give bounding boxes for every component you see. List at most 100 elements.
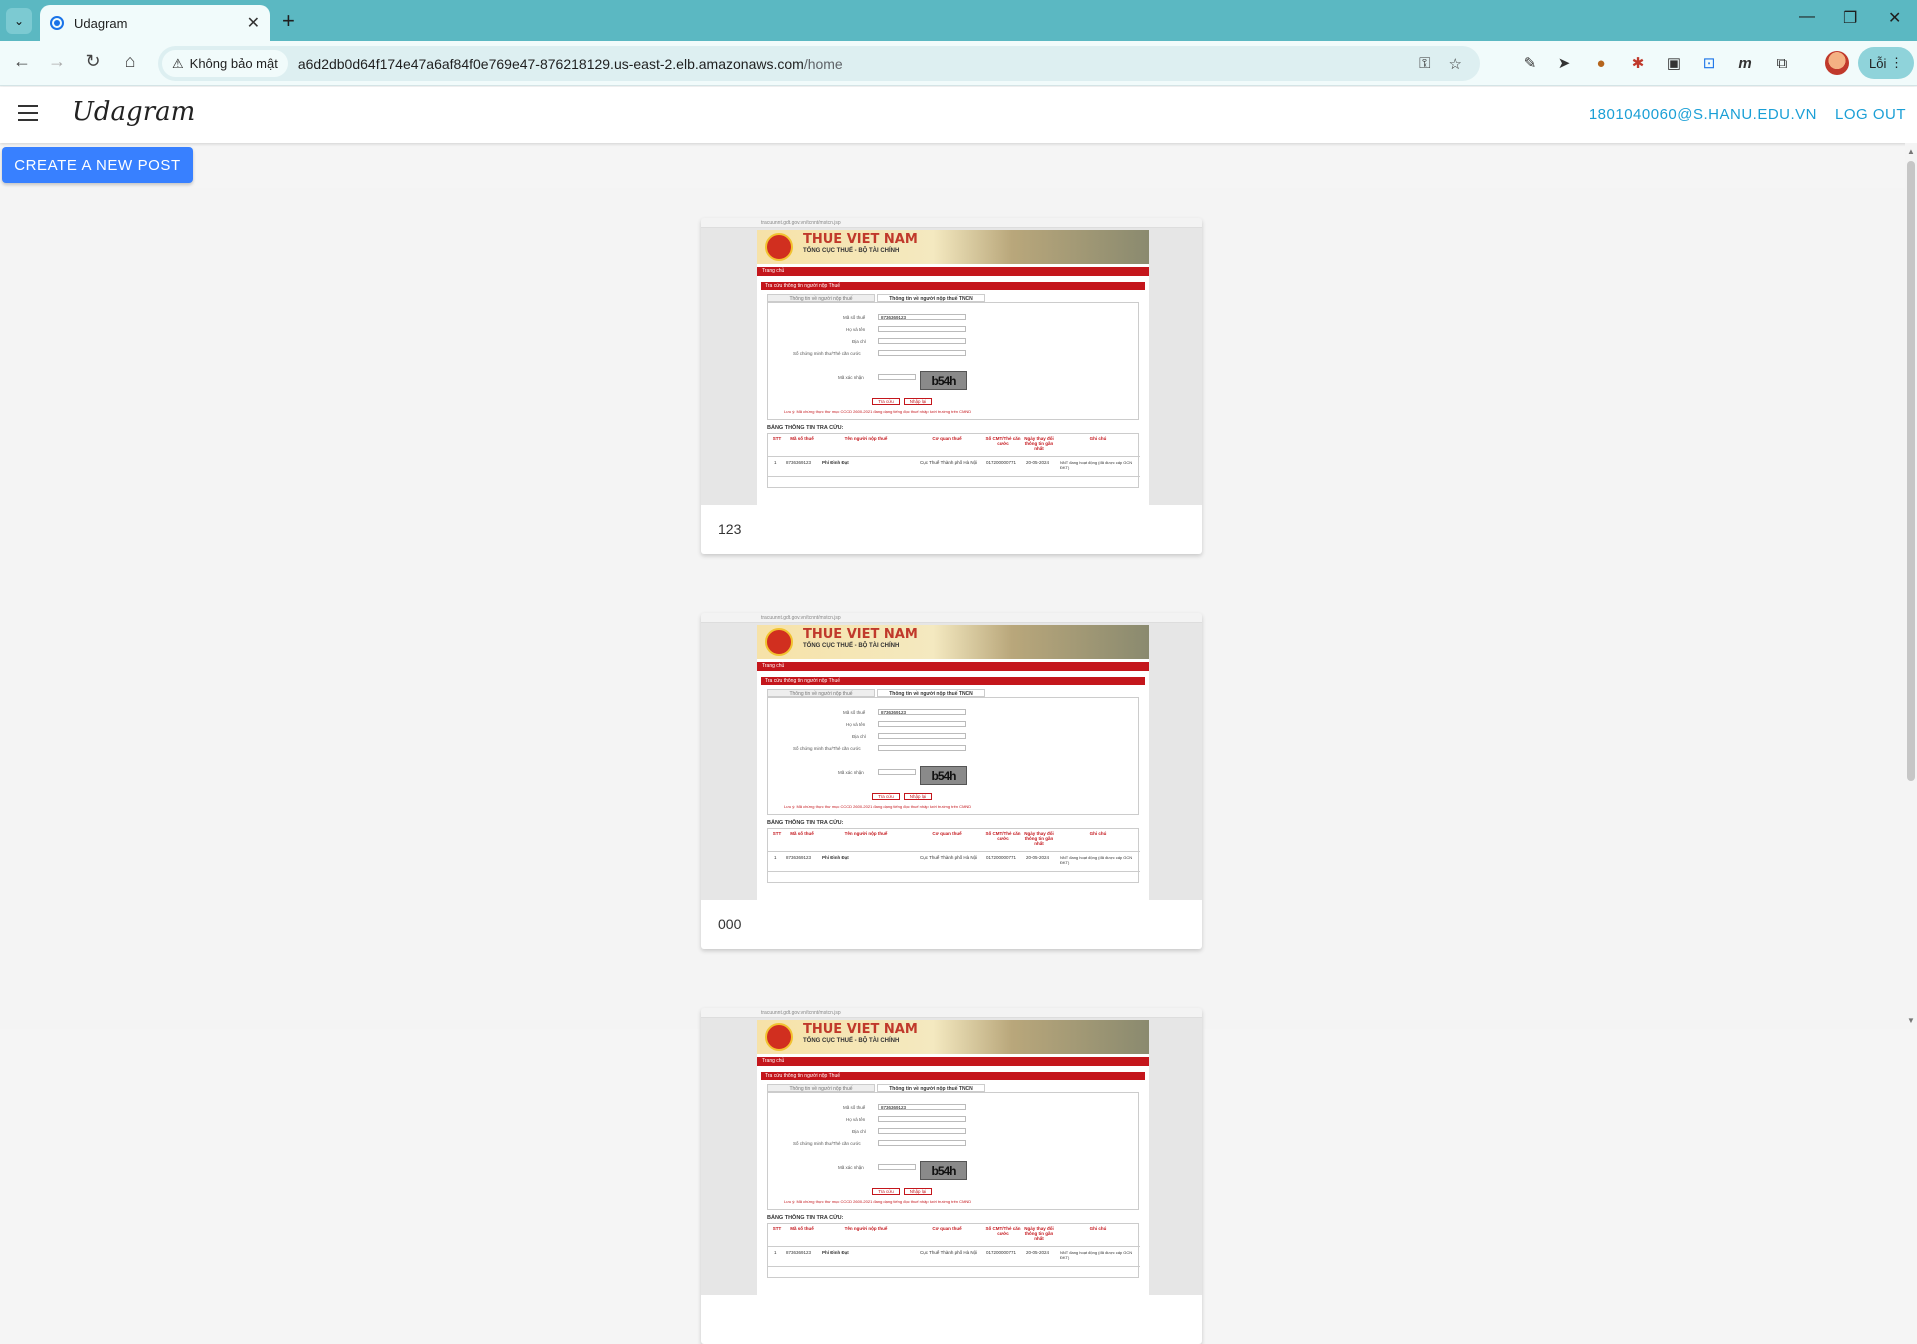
thumb-col: Ghi chú bbox=[1089, 831, 1107, 836]
scroll-thumb[interactable] bbox=[1907, 161, 1915, 781]
error-chip[interactable]: Lỗi ⋮ bbox=[1858, 47, 1914, 79]
post-card: tracuunnt.gdt.gov.vn/tcnnt/mstcn.jsp THU… bbox=[701, 613, 1202, 949]
thumb-col: Ngày thay đổi thông tin gần nhất bbox=[1024, 436, 1054, 451]
thumb-input-address bbox=[878, 1128, 966, 1134]
tab-favicon-icon bbox=[50, 16, 64, 30]
password-key-icon[interactable]: ⚿ bbox=[1419, 55, 1430, 72]
home-icon[interactable]: ⌂ bbox=[118, 51, 142, 72]
thumb-reset-button: Nhập lại bbox=[904, 1188, 932, 1195]
logout-button[interactable]: LOG OUT bbox=[1835, 106, 1906, 123]
thumb-tab-2: Thông tin về người nộp thuế TNCN bbox=[877, 689, 985, 697]
browser-toolbar: ← → ↻ ⌂ ⚠ Không bảo mật a6d2db0d64f174e4… bbox=[0, 41, 1917, 86]
thumb-browser-bar: tracuunnt.gdt.gov.vn/tcnnt/mstcn.jsp bbox=[701, 613, 1202, 623]
post-card: tracuunnt.gdt.gov.vn/tcnnt/mstcn.jsp THU… bbox=[701, 218, 1202, 554]
thumb-brand: THUE VIET NAM bbox=[803, 232, 918, 247]
m-extension-icon[interactable]: m bbox=[1734, 52, 1756, 74]
back-icon[interactable]: ← bbox=[10, 51, 34, 72]
restore-icon[interactable]: ❐ bbox=[1843, 8, 1857, 28]
thumb-subtitle: TỔNG CỤC THUẾ - BỘ TÀI CHÍNH bbox=[803, 643, 900, 649]
thumb-cell: 017200000771 bbox=[986, 855, 1017, 860]
bookmark-star-icon[interactable]: ☆ bbox=[1449, 55, 1462, 73]
profile-avatar[interactable] bbox=[1825, 51, 1849, 75]
extensions-puzzle-icon[interactable]: ⧉ bbox=[1771, 52, 1793, 74]
thumb-cell: 017200000771 bbox=[986, 1250, 1017, 1255]
thumb-divider bbox=[768, 851, 1140, 852]
national-emblem-icon bbox=[765, 1023, 793, 1051]
forward-icon[interactable]: → bbox=[45, 51, 69, 72]
thumb-input-address bbox=[878, 338, 966, 344]
scroll-up-arrow-icon[interactable]: ▲ bbox=[1907, 147, 1915, 156]
window-close-icon[interactable]: ✕ bbox=[1888, 8, 1901, 28]
cookie-icon[interactable]: ● bbox=[1590, 52, 1612, 74]
bug-extension-icon[interactable]: ✱ bbox=[1627, 52, 1649, 74]
cursor-icon[interactable]: ➤ bbox=[1553, 52, 1575, 74]
thumb-input-address bbox=[878, 733, 966, 739]
reload-icon[interactable]: ↻ bbox=[81, 51, 105, 72]
tab-search-chevron-icon[interactable]: ⌄ bbox=[6, 8, 32, 34]
thumb-cell: 1 bbox=[774, 1250, 777, 1255]
thumb-cell: Phí Đình Đạt bbox=[822, 855, 849, 860]
browser-tabbar: ⌄ Udagram ✕ + — ❐ ✕ bbox=[0, 0, 1917, 41]
thumb-url: tracuunnt.gdt.gov.vn/tcnnt/mstcn.jsp bbox=[761, 220, 841, 226]
thumb-divider bbox=[768, 1246, 1140, 1247]
thumb-col: STT bbox=[772, 831, 782, 836]
thumb-col: STT bbox=[772, 1226, 782, 1231]
picture-in-picture-icon[interactable]: ▣ bbox=[1663, 52, 1685, 74]
address-bar[interactable]: ⚠ Không bảo mật a6d2db0d64f174e47a6af84f… bbox=[158, 46, 1480, 81]
thumb-input-captcha bbox=[878, 1164, 916, 1170]
thumb-tab-2: Thông tin về người nộp thuế TNCN bbox=[877, 1084, 985, 1092]
eyedropper-icon[interactable]: ✎ bbox=[1519, 52, 1541, 74]
user-email-link[interactable]: 1801040060@S.HANU.EDU.VN bbox=[1589, 106, 1817, 123]
thumb-table-title: BẢNG THÔNG TIN TRA CỨU: bbox=[767, 820, 844, 826]
thumb-search-button: Tra cứu bbox=[872, 1188, 900, 1195]
thumb-nav: Trang chủ bbox=[757, 1057, 1149, 1066]
thumb-cell: 017200000771 bbox=[986, 460, 1017, 465]
tab-title: Udagram bbox=[74, 15, 128, 31]
post-image: tracuunnt.gdt.gov.vn/tcnnt/mstcn.jsp THU… bbox=[701, 218, 1202, 505]
url-path: /home bbox=[803, 55, 843, 72]
thumb-col: Ghi chú bbox=[1089, 1226, 1107, 1231]
national-emblem-icon bbox=[765, 628, 793, 656]
thumb-input-id bbox=[878, 745, 966, 751]
thumb-url: tracuunnt.gdt.gov.vn/tcnnt/mstcn.jsp bbox=[761, 1010, 841, 1016]
thumb-col: Mã số thuế bbox=[790, 1226, 814, 1231]
security-chip[interactable]: ⚠ Không bảo mật bbox=[162, 50, 288, 77]
scroll-down-arrow-icon[interactable]: ▼ bbox=[1907, 1016, 1915, 1025]
thumb-cell: Cục Thuế Thành phố Hà Nội bbox=[920, 1250, 978, 1255]
thumb-input-mst: 8736369123 bbox=[878, 1104, 966, 1110]
app-brand: Udagram bbox=[72, 97, 196, 127]
thumb-cell: Phí Đình Đạt bbox=[822, 1250, 849, 1255]
thumb-input-mst: 8736369123 bbox=[878, 709, 966, 715]
thumb-divider bbox=[768, 476, 1140, 477]
page-scrollbar[interactable]: ▲ ▼ bbox=[1905, 143, 1917, 1029]
thumb-reset-button: Nhập lại bbox=[904, 793, 932, 800]
hamburger-menu-icon[interactable] bbox=[18, 105, 38, 121]
thumb-divider bbox=[768, 1266, 1140, 1267]
thumb-input-name bbox=[878, 1116, 966, 1122]
thumb-reset-button: Nhập lại bbox=[904, 398, 932, 405]
thumb-page: THUE VIET NAM TỔNG CỤC THUẾ - BỘ TÀI CHÍ… bbox=[757, 230, 1149, 505]
thumb-mst-value: 8736369123 bbox=[881, 1105, 907, 1110]
thumb-banner: THUE VIET NAM TỔNG CỤC THUẾ - BỘ TÀI CHÍ… bbox=[757, 1020, 1149, 1054]
thumb-cell: 20-05-2024 bbox=[1026, 1250, 1050, 1255]
thumb-col: STT bbox=[772, 436, 782, 441]
new-tab-plus-icon[interactable]: + bbox=[282, 8, 295, 34]
thumb-captcha-image: b54h bbox=[920, 1161, 967, 1180]
thumb-tab-1: Thông tin về người nộp thuế bbox=[767, 1084, 875, 1092]
thumb-col: Số CMT/Thẻ căn cước bbox=[985, 1226, 1021, 1236]
translate-icon[interactable]: ⊡ bbox=[1698, 52, 1720, 74]
thumb-url: tracuunnt.gdt.gov.vn/tcnnt/mstcn.jsp bbox=[761, 615, 841, 621]
url-host: a6d2db0d64f174e47a6af84f0e769e47-8762181… bbox=[297, 55, 804, 72]
thumb-page: THUE VIET NAM TỔNG CỤC THUẾ - BỘ TÀI CHÍ… bbox=[757, 625, 1149, 900]
tab-close-icon[interactable]: ✕ bbox=[247, 13, 260, 33]
url-text[interactable]: a6d2db0d64f174e47a6af84f0e769e47-8762181… bbox=[298, 56, 1419, 72]
browser-tab[interactable]: Udagram ✕ bbox=[40, 5, 270, 41]
minimize-icon[interactable]: — bbox=[1799, 8, 1815, 26]
thumb-cell: Cục Thuế Thành phố Hà Nội bbox=[920, 460, 978, 465]
thumb-banner: THUE VIET NAM TỔNG CỤC THUẾ - BỘ TÀI CHÍ… bbox=[757, 230, 1149, 264]
thumb-section: Tra cứu thông tin người nộp Thuế bbox=[761, 282, 1145, 290]
post-image: tracuunnt.gdt.gov.vn/tcnnt/mstcn.jsp THU… bbox=[701, 1008, 1202, 1295]
national-emblem-icon bbox=[765, 233, 793, 261]
thumb-col: Mã số thuế bbox=[790, 831, 814, 836]
create-post-button[interactable]: CREATE A NEW POST bbox=[2, 147, 193, 183]
